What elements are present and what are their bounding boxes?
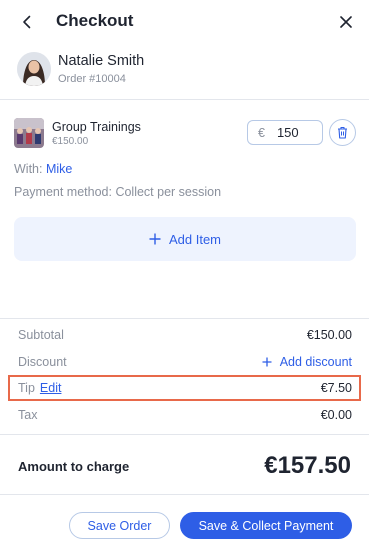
close-button[interactable] <box>335 11 357 33</box>
tip-label: Tip <box>18 381 35 395</box>
price-field[interactable]: € <box>247 120 323 145</box>
price-input[interactable] <box>276 125 317 140</box>
subtotal-value: €150.00 <box>306 328 352 342</box>
staff-line: With: Mike <box>14 162 72 176</box>
checkout-header: Checkout <box>0 0 369 44</box>
discount-label: Discount <box>18 355 67 369</box>
chevron-left-icon <box>23 15 31 29</box>
save-order-button[interactable]: Save Order <box>69 512 170 539</box>
tip-edit-link[interactable]: Edit <box>40 381 62 395</box>
tax-label: Tax <box>18 408 38 422</box>
plus-icon <box>149 233 161 245</box>
service-line-item: Group Trainings €150.00 € With: Mike Pay… <box>0 100 369 290</box>
tax-value: €0.00 <box>320 408 352 422</box>
add-item-button[interactable]: Add Item <box>14 217 356 261</box>
tip-label-group: Tip Edit <box>18 381 61 395</box>
add-discount-link[interactable]: Add discount <box>262 355 352 369</box>
checkout-footer: Save Order Save & Collect Payment <box>0 495 369 543</box>
amount-to-charge-label: Amount to charge <box>18 459 130 474</box>
avatar <box>17 52 51 86</box>
service-thumbnail <box>14 118 44 148</box>
order-number: Order #10004 <box>58 73 126 85</box>
customer-name[interactable]: Natalie Smith <box>58 53 144 69</box>
close-icon <box>340 16 352 28</box>
tip-value: €7.50 <box>320 381 352 395</box>
staff-name-link[interactable]: Mike <box>46 162 72 176</box>
service-name: Group Trainings <box>52 120 141 134</box>
amount-to-charge-value: €157.50 <box>264 452 351 479</box>
back-button[interactable] <box>16 11 38 33</box>
payment-method: Payment method: Collect per session <box>14 185 222 199</box>
tax-row: Tax €0.00 <box>18 405 352 425</box>
subtotal-row: Subtotal €150.00 <box>18 325 352 345</box>
summary-divider <box>0 318 369 319</box>
add-item-label: Add Item <box>168 231 222 247</box>
service-list-price: €150.00 <box>52 136 89 147</box>
trash-icon <box>338 126 347 139</box>
page-title: Checkout <box>56 11 134 30</box>
customer-section: Natalie Smith Order #10004 <box>0 44 369 100</box>
subtotal-label: Subtotal <box>18 328 64 342</box>
save-collect-payment-button[interactable]: Save & Collect Payment <box>180 512 352 539</box>
discount-row: Discount Add discount <box>18 352 352 372</box>
total-divider <box>0 434 369 435</box>
currency-symbol: € <box>258 125 265 140</box>
add-discount-label: Add discount <box>279 355 352 369</box>
tip-row: Tip Edit €7.50 <box>18 378 352 398</box>
plus-icon <box>262 357 272 367</box>
delete-item-button[interactable] <box>329 119 356 146</box>
staff-prefix: With: <box>14 162 43 176</box>
